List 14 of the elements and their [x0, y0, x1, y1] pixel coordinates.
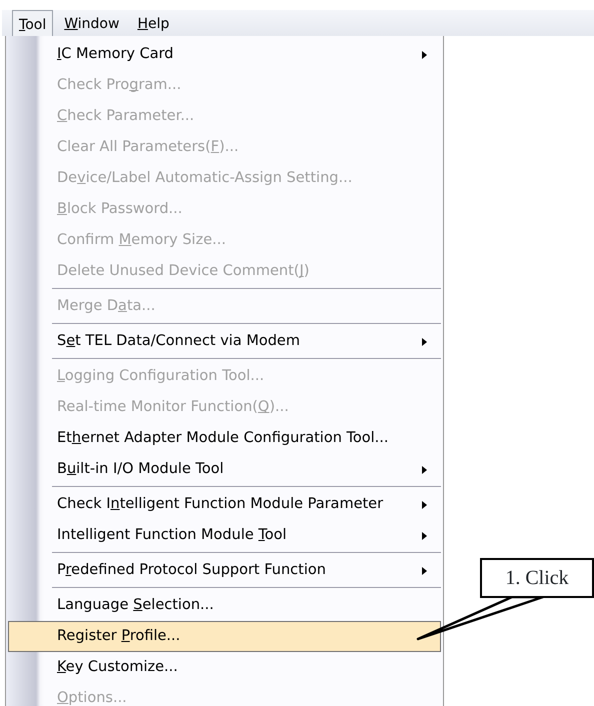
menu-bar-item[interactable]: Help — [130, 10, 176, 36]
menu-item[interactable]: Register Profile... — [8, 621, 441, 652]
menu-bar-item[interactable]: Window — [57, 10, 126, 36]
callout-label: 1. Click — [480, 558, 594, 598]
menu-item[interactable]: Built-in I/O Module Tool — [8, 454, 441, 485]
menu-item[interactable]: Intelligent Function Module Tool — [8, 520, 441, 551]
menu-item[interactable]: Set TEL Data/Connect via Modem — [8, 326, 441, 357]
menu-item[interactable]: Key Customize... — [8, 652, 441, 683]
menu-bar-item[interactable]: Tool — [12, 10, 54, 36]
menu-item[interactable]: Ethernet Adapter Module Configuration Tool... — [8, 423, 441, 454]
menu-item[interactable]: Predefined Protocol Support Function — [8, 555, 441, 586]
menu-item[interactable]: Language Selection... — [8, 590, 441, 621]
menu-item[interactable]: Check Intelligent Function Module Parameter — [8, 489, 441, 520]
menu-item[interactable]: IC Memory Card — [8, 39, 441, 70]
